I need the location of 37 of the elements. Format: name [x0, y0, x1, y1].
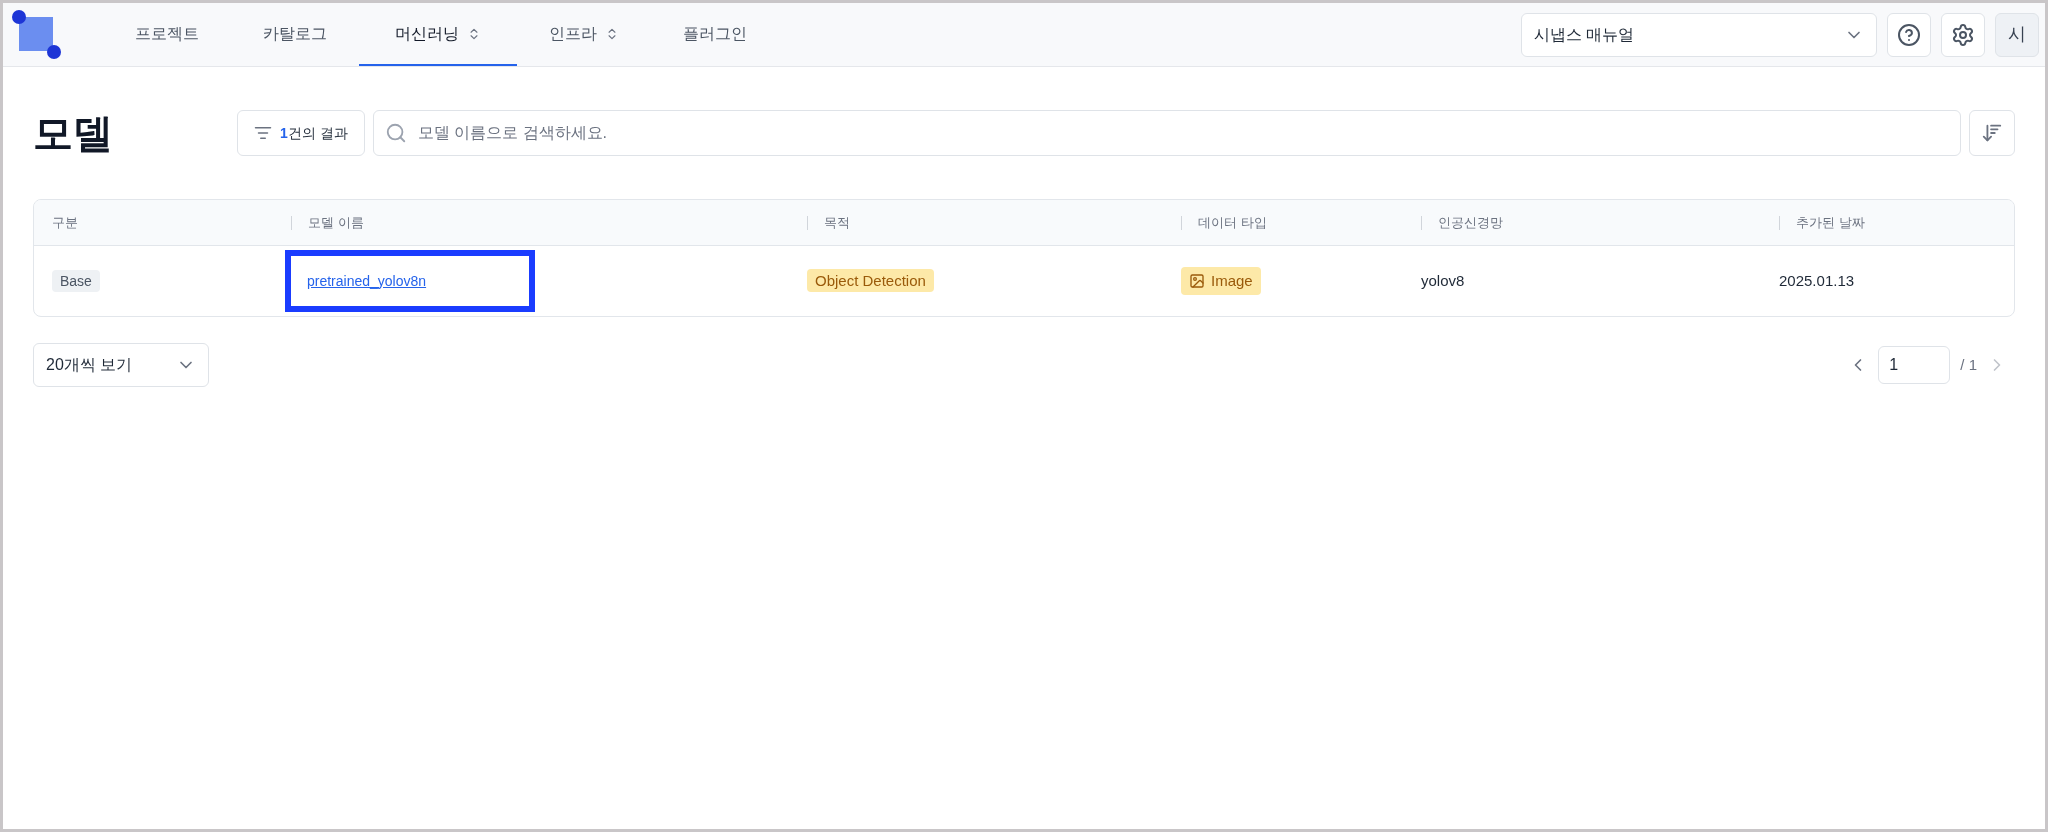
search-field[interactable]: 모델 이름으로 검색하세요. [372, 110, 1961, 156]
help-icon [1897, 22, 1921, 47]
nav-tab[interactable]: 프로젝트 [103, 3, 231, 66]
data-type-tag: Image [1181, 266, 1261, 296]
column-header: 추가된 날짜 [1796, 213, 1865, 232]
sort-icon [1981, 122, 2003, 144]
column-header: 데이터 타입 [1198, 213, 1267, 232]
page-total: / 1 [1960, 354, 1977, 375]
search-icon [384, 122, 407, 144]
column-header: 인공신경망 [1438, 213, 1503, 232]
page-size-select[interactable]: 20개씩 보기 [33, 343, 209, 387]
settings-button[interactable] [1941, 12, 1985, 57]
avatar-button[interactable]: 시 [1995, 12, 2039, 57]
model-name-link[interactable]: pretrained_yolov8n [307, 270, 427, 292]
nav-tab[interactable]: 인프라 [517, 3, 651, 66]
column-header: 모델 이름 [308, 213, 364, 232]
column-header: 구분 [51, 213, 78, 232]
category-tag: Base [52, 269, 100, 292]
table-row[interactable]: Base pretrained_yolov8n Object Detection Image yolov8 2025.01.13 [34, 246, 2014, 316]
help-button[interactable] [1887, 12, 1931, 57]
nav-tab[interactable]: 머신러닝 [359, 3, 517, 66]
result-count: 1건의 결과 [280, 123, 348, 143]
filter-button[interactable]: 1건의 결과 [237, 110, 365, 156]
page-title: 모델 [33, 110, 114, 157]
nav-tab[interactable]: 플러그인 [651, 3, 779, 66]
page-input[interactable]: 1 [1878, 346, 1951, 384]
manual-select[interactable]: 시냅스 매뉴얼 [1521, 12, 1877, 57]
date-cell: 2025.01.13 [1779, 271, 1855, 289]
filter-icon [254, 124, 272, 142]
image-icon [1189, 272, 1205, 289]
purpose-tag: Object Detection [807, 268, 934, 292]
network-cell: yolov8 [1421, 271, 1465, 289]
logo-icon[interactable] [11, 8, 63, 61]
column-header: 목적 [824, 213, 850, 232]
nav-tab[interactable]: 카탈로그 [231, 3, 359, 66]
sort-button[interactable] [1969, 110, 2015, 156]
settings-icon [1951, 22, 1975, 47]
